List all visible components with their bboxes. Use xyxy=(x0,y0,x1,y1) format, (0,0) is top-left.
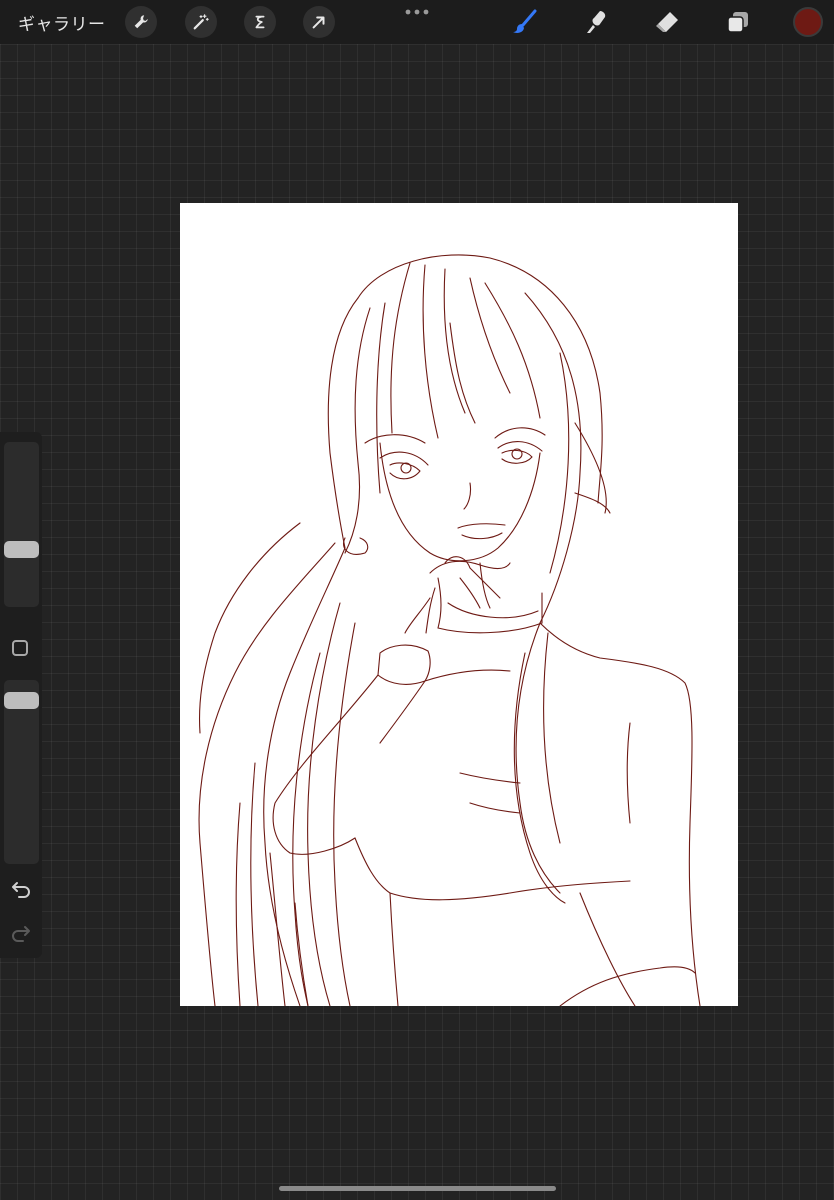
actions-button[interactable] xyxy=(125,6,157,38)
wrench-icon xyxy=(134,15,148,29)
smudge-tool-button[interactable] xyxy=(580,6,612,38)
selection-button[interactable] xyxy=(244,6,276,38)
brush-size-thumb[interactable] xyxy=(4,541,39,558)
home-indicator[interactable] xyxy=(279,1186,556,1191)
modify-button[interactable] xyxy=(12,640,28,656)
arrow-cursor-icon xyxy=(312,16,325,29)
paint-tool-button[interactable] xyxy=(509,6,541,38)
procreate-app: ギャラリー xyxy=(0,0,834,1200)
opacity-thumb[interactable] xyxy=(4,692,39,709)
adjustments-button[interactable] xyxy=(185,6,217,38)
more-dots-icon[interactable] xyxy=(404,6,430,18)
top-toolbar: ギャラリー xyxy=(0,0,834,44)
smudge-icon xyxy=(587,11,606,33)
layers-button[interactable] xyxy=(722,6,754,38)
drawing-canvas[interactable] xyxy=(180,203,738,1006)
undo-arrow-icon[interactable] xyxy=(10,878,32,900)
opacity-slider[interactable] xyxy=(4,680,39,864)
transform-button[interactable] xyxy=(303,6,335,38)
redo-arrow-icon[interactable] xyxy=(10,922,32,944)
brush-icon xyxy=(513,9,537,33)
layers-icon xyxy=(727,12,748,33)
left-sidebar xyxy=(0,432,42,958)
magic-wand-icon xyxy=(193,14,209,30)
brush-size-slider[interactable] xyxy=(4,442,39,607)
line-art-drawing xyxy=(198,254,701,1006)
gallery-button[interactable]: ギャラリー xyxy=(18,10,106,35)
color-picker-swatch[interactable] xyxy=(793,7,823,37)
eraser-icon xyxy=(656,12,678,32)
selection-s-icon xyxy=(255,15,265,29)
erase-tool-button[interactable] xyxy=(651,6,683,38)
